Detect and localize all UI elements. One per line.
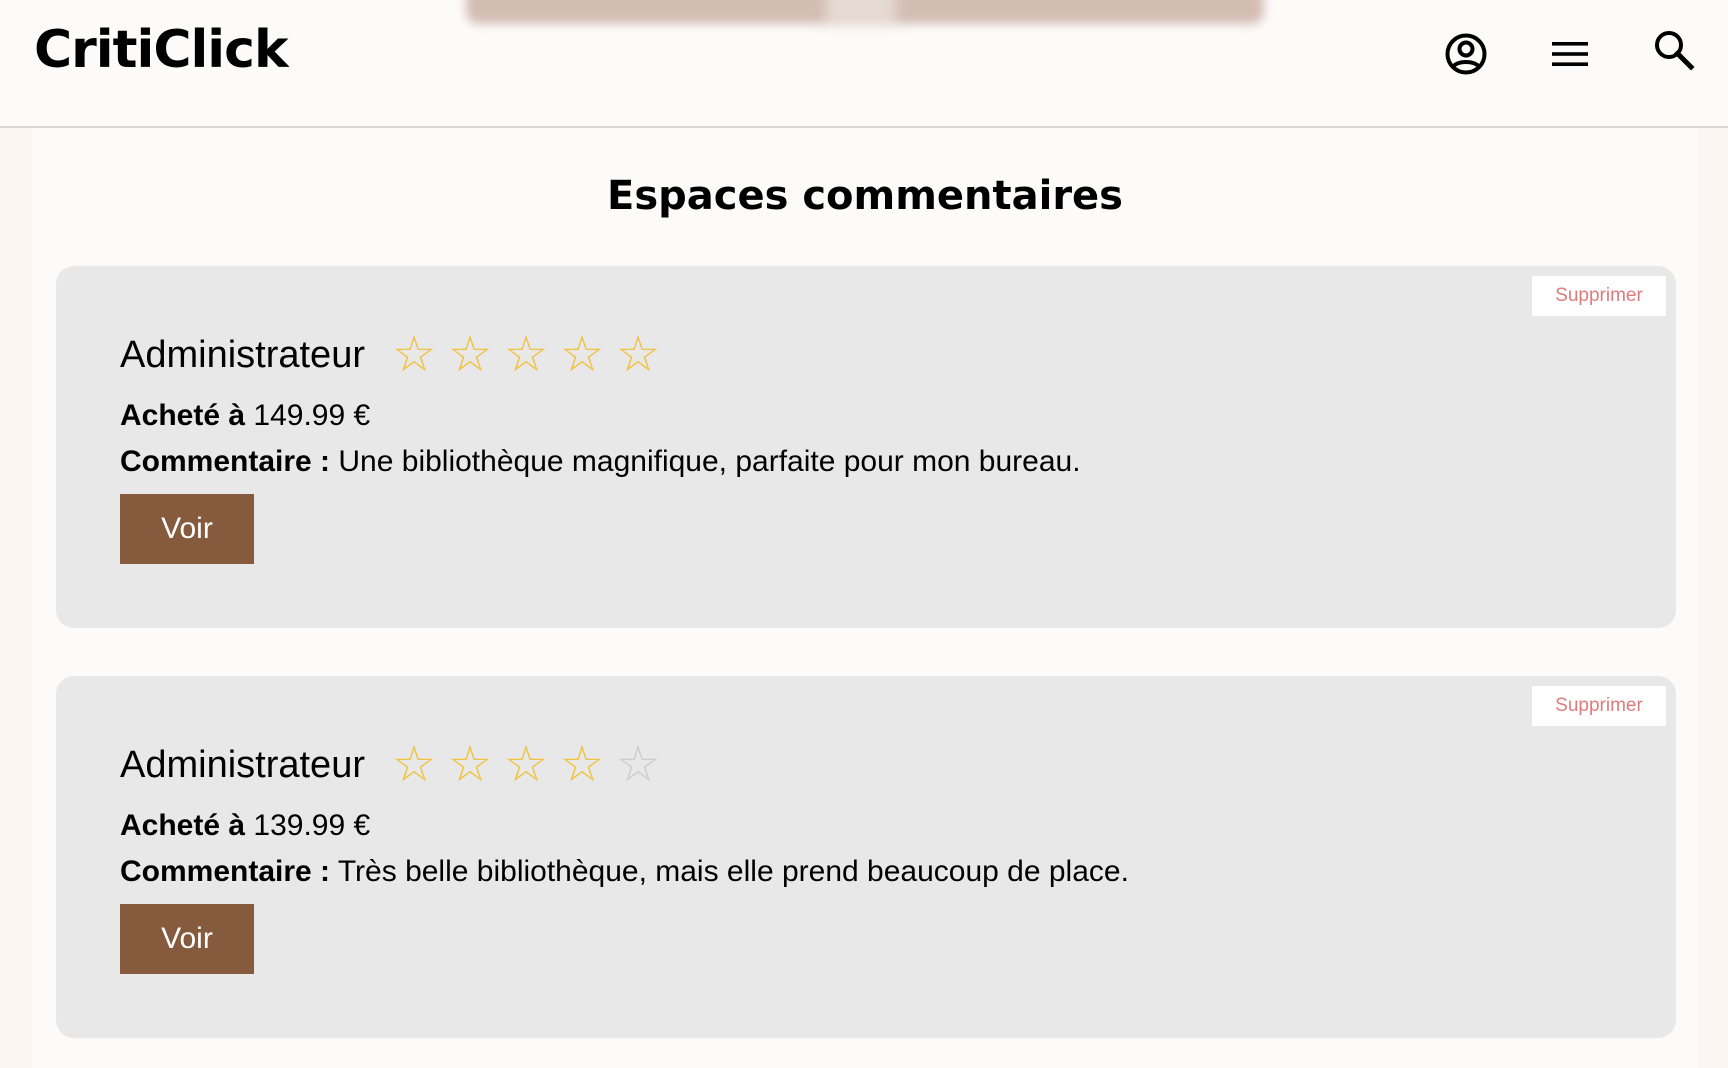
price-value: 139.99 € xyxy=(253,809,371,842)
delete-button[interactable]: Supprimer xyxy=(1532,276,1666,316)
comment-text: Très belle bibliothèque, mais elle prend… xyxy=(337,855,1129,888)
review-author: Administrateur xyxy=(120,334,365,376)
star-filled-icon: ☆ xyxy=(391,325,437,383)
star-filled-icon: ☆ xyxy=(391,735,437,793)
review-comment: Commentaire : Très belle bibliothèque, m… xyxy=(120,852,1129,892)
star-filled-icon: ☆ xyxy=(615,325,661,383)
star-filled-icon: ☆ xyxy=(559,735,605,793)
site-logo[interactable]: CritiClick xyxy=(34,18,289,82)
price-label: Acheté à xyxy=(120,809,246,842)
review-author: Administrateur xyxy=(120,744,365,786)
review-card: Supprimer Administrateur ☆ ☆ ☆ ☆ ☆ Acheté à … xyxy=(56,266,1676,628)
view-button[interactable]: Voir xyxy=(120,494,254,564)
view-button[interactable]: Voir xyxy=(120,904,254,974)
purchase-price: Acheté à 139.99 € xyxy=(120,806,370,846)
hamburger-menu-icon[interactable] xyxy=(1546,30,1594,78)
star-filled-icon: ☆ xyxy=(447,735,493,793)
price-label: Acheté à xyxy=(120,399,246,432)
search-icon[interactable] xyxy=(1650,26,1698,74)
comment-label: Commentaire : xyxy=(120,445,331,478)
star-filled-icon: ☆ xyxy=(447,325,493,383)
search-bar[interactable] xyxy=(466,0,1264,24)
review-comment: Commentaire : Une bibliothèque magnifiqu… xyxy=(120,442,1081,482)
star-empty-icon: ☆ xyxy=(615,735,661,793)
comment-label: Commentaire : xyxy=(120,855,331,888)
star-filled-icon: ☆ xyxy=(559,325,605,383)
account-circle-icon[interactable] xyxy=(1442,30,1490,78)
site-header: CritiClick xyxy=(0,0,1728,128)
price-value: 149.99 € xyxy=(253,399,371,432)
review-card: Supprimer Administrateur ☆ ☆ ☆ ☆ ☆ Acheté à … xyxy=(56,676,1676,1038)
comment-text: Une bibliothèque magnifique, parfaite po… xyxy=(338,445,1081,478)
star-filled-icon: ☆ xyxy=(503,325,549,383)
star-rating: ☆ ☆ ☆ ☆ ☆ xyxy=(386,736,666,792)
page-title: Espaces commentaires xyxy=(607,173,1123,219)
star-rating: ☆ ☆ ☆ ☆ ☆ xyxy=(386,326,666,382)
comments-panel: Espaces commentaires Supprimer Administr… xyxy=(32,128,1698,1068)
purchase-price: Acheté à 149.99 € xyxy=(120,396,370,436)
star-filled-icon: ☆ xyxy=(503,735,549,793)
delete-button[interactable]: Supprimer xyxy=(1532,686,1666,726)
